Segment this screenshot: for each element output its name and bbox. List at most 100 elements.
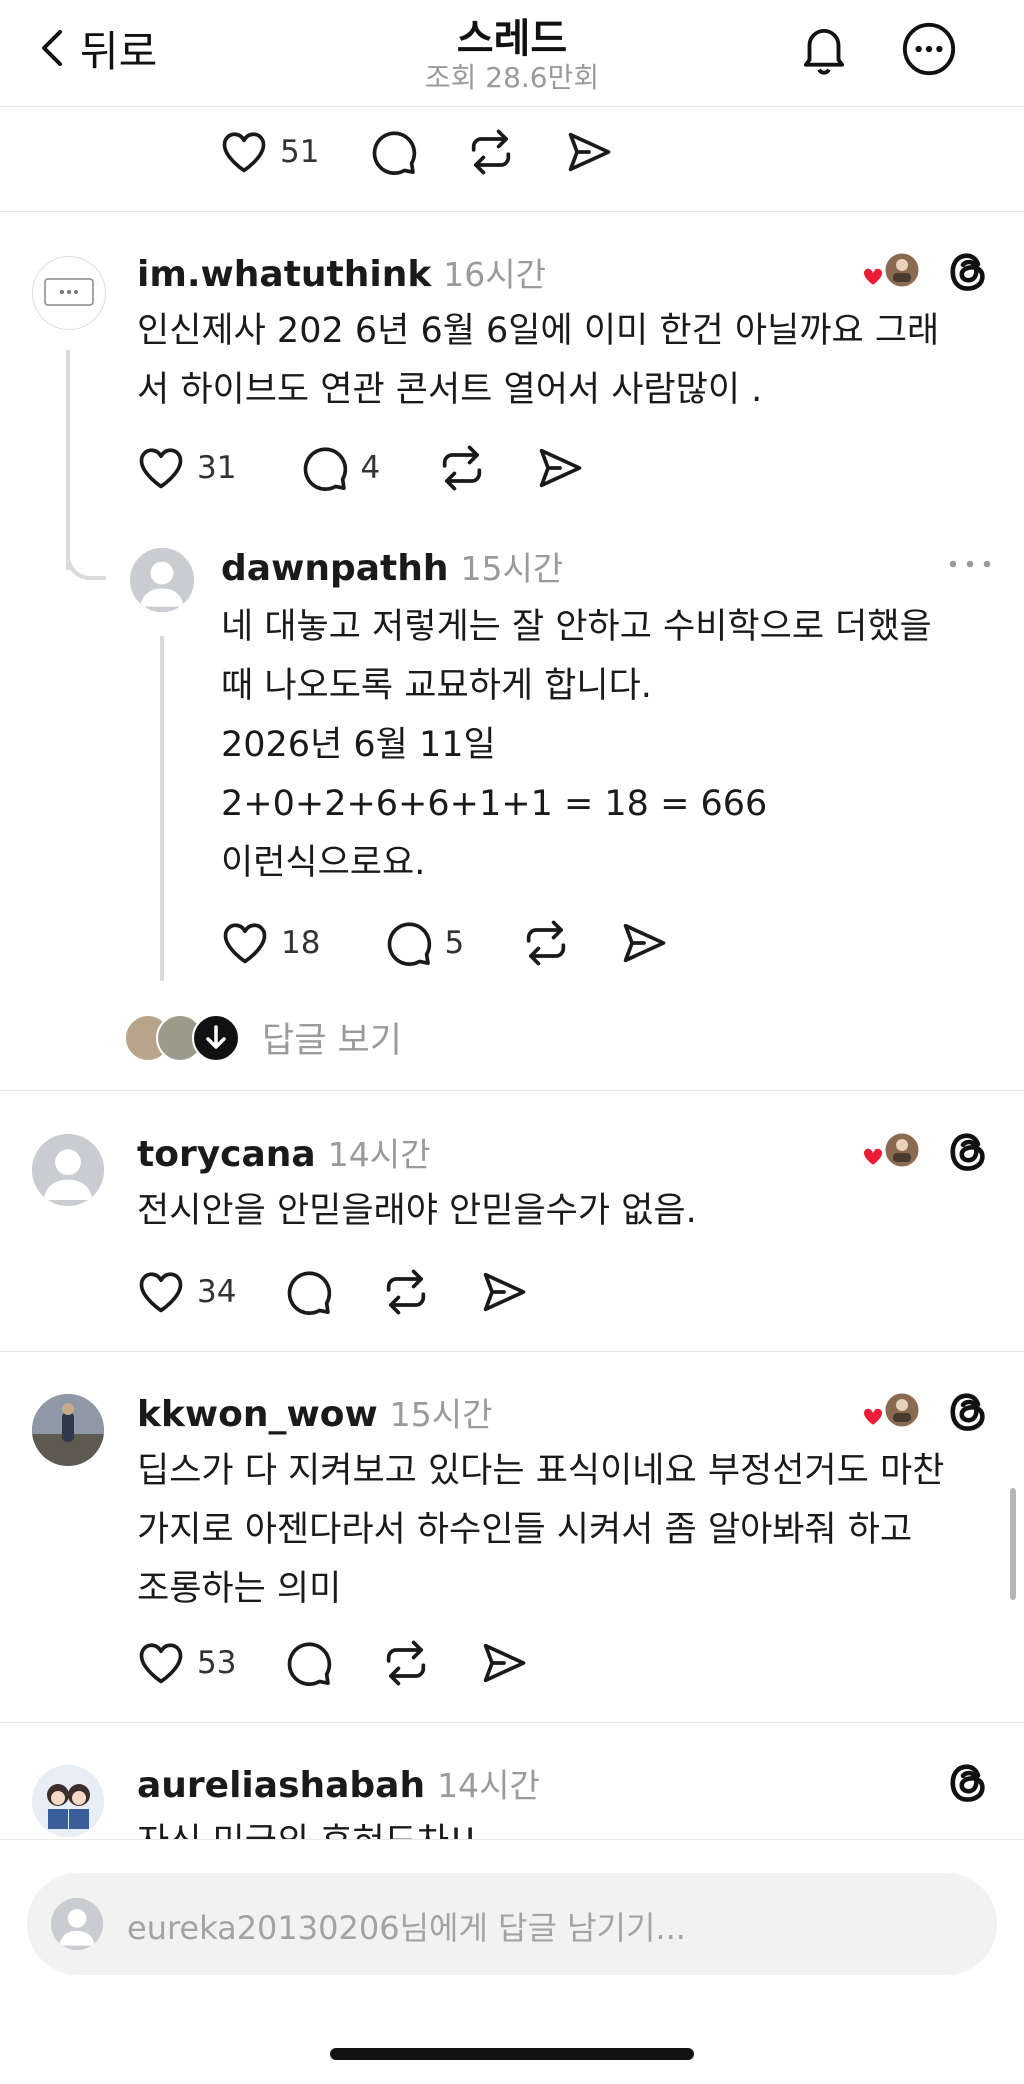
default-avatar-icon — [130, 548, 194, 612]
comment-button[interactable] — [282, 1637, 334, 1689]
timestamp: 15시간 — [389, 1395, 493, 1434]
like-count: 34 — [197, 1274, 237, 1310]
avatar[interactable] — [32, 1394, 104, 1466]
username[interactable]: dawnpathh — [221, 548, 448, 589]
share-icon — [534, 442, 586, 494]
text-line: 자신 미국의 후혀도차!! — [137, 1813, 477, 1839]
text-line: 이런식으로요. — [221, 843, 426, 883]
avatar — [51, 1898, 103, 1950]
down-arrow-icon — [192, 1014, 240, 1062]
author-liked-badge — [862, 1388, 924, 1434]
username[interactable]: torycana — [137, 1134, 316, 1175]
avatar-image — [32, 1394, 104, 1466]
text-line: 인신제사 202 6년 6월 6일에 이미 한건 아닐까요 그래 — [137, 311, 940, 351]
repost-button[interactable] — [520, 917, 572, 969]
like-button[interactable]: 53 — [135, 1637, 236, 1689]
threads-icon[interactable] — [944, 1128, 992, 1176]
threads-icon[interactable] — [944, 1759, 992, 1807]
threads-icon[interactable] — [944, 1388, 992, 1436]
reply-header: torycana 14시간 — [137, 1128, 430, 1176]
text-line: 서 하이브도 연관 콘서트 열어서 사람많이 . — [137, 370, 763, 410]
avatar-image — [32, 1765, 104, 1837]
divider — [0, 1351, 1024, 1352]
reply-header: im.whatuthink 16시간 — [137, 248, 546, 296]
share-button[interactable] — [478, 1637, 530, 1689]
reply-input-placeholder[interactable]: eureka20130206님에게 답글 남기기... — [127, 1903, 686, 1949]
share-button[interactable] — [618, 917, 670, 969]
reply-header: kkwon_wow 15시간 — [137, 1388, 492, 1436]
text-line: 조롱하는 의미 — [137, 1569, 342, 1609]
comment-icon — [298, 442, 350, 494]
avatar[interactable] — [130, 548, 194, 612]
repost-button[interactable] — [436, 442, 488, 494]
reply-text: 딥스가 다 지켜보고 있다는 표식이네요 부정선거도 마찬 가지로 아젠다라서 … — [137, 1442, 944, 1619]
comment-button[interactable] — [367, 126, 419, 178]
comment-button[interactable]: 5 — [382, 917, 464, 969]
repost-icon — [380, 1637, 432, 1689]
avatar[interactable] — [32, 1765, 104, 1837]
like-button[interactable]: 31 — [135, 442, 236, 494]
like-button[interactable]: 34 — [135, 1266, 236, 1318]
divider — [0, 211, 1024, 212]
text-line: 2+0+2+6+6+1+1 = 18 = 666 — [221, 784, 768, 824]
more-options-icon[interactable] — [900, 20, 958, 78]
view-count: 조회 28.6만회 — [424, 61, 600, 94]
divider — [0, 1090, 1024, 1091]
reply-header: dawnpathh 15시간 — [221, 542, 563, 590]
comment-icon — [367, 126, 419, 178]
reply-text: 전시안을 안믿을래야 안믿을수가 없음. — [137, 1182, 697, 1241]
top-post-actions: 51 — [218, 124, 651, 180]
comment-count: 5 — [444, 925, 465, 961]
comment-button[interactable]: 4 — [298, 442, 380, 494]
repost-button[interactable] — [465, 126, 517, 178]
username[interactable]: aureliashabah — [137, 1765, 425, 1806]
like-count: 53 — [197, 1645, 237, 1681]
like-count: 51 — [280, 134, 320, 170]
like-button[interactable]: 18 — [219, 917, 320, 969]
default-avatar-icon — [32, 1134, 104, 1206]
heart-icon — [219, 917, 271, 969]
timestamp: 14시간 — [437, 1766, 540, 1805]
comment-icon — [382, 917, 434, 969]
timestamp: 15시간 — [460, 549, 564, 588]
reply-actions: 18 5 — [219, 915, 706, 971]
reply-header: aureliashabah 14시간 — [137, 1759, 540, 1807]
comment-icon — [282, 1266, 334, 1318]
repost-button[interactable] — [380, 1266, 432, 1318]
like-button[interactable]: 51 — [218, 126, 319, 178]
like-count: 31 — [197, 450, 237, 486]
username[interactable]: im.whatuthink — [137, 254, 431, 295]
timestamp: 14시간 — [327, 1135, 431, 1174]
comment-icon — [282, 1637, 334, 1689]
text-line: 때 나오도록 교묘하게 합니다. — [221, 666, 652, 706]
repost-icon — [436, 442, 488, 494]
author-liked-badge — [862, 248, 924, 294]
thread-connector-curve — [66, 540, 106, 580]
share-icon — [478, 1266, 530, 1318]
reply-composer[interactable]: eureka20130206님에게 답글 남기기... — [27, 1873, 997, 1975]
heart-icon — [218, 126, 270, 178]
scrollbar[interactable] — [1010, 1488, 1016, 1600]
share-button[interactable] — [563, 126, 615, 178]
more-options-icon[interactable] — [945, 552, 995, 576]
reply-actions: 34 — [135, 1264, 566, 1320]
repost-icon — [380, 1266, 432, 1318]
avatar[interactable] — [32, 1134, 104, 1206]
bell-icon[interactable] — [795, 20, 853, 78]
view-replies-avatars[interactable] — [124, 1014, 240, 1062]
author-liked-badge — [862, 1128, 924, 1174]
reply-actions: 53 — [135, 1635, 566, 1691]
share-icon — [618, 917, 670, 969]
timestamp: 16시간 — [443, 255, 547, 294]
like-count: 18 — [281, 925, 321, 961]
threads-icon[interactable] — [944, 248, 992, 296]
reply-actions: 31 4 — [135, 440, 622, 496]
comment-button[interactable] — [282, 1266, 334, 1318]
repost-button[interactable] — [380, 1637, 432, 1689]
view-replies-link[interactable]: 답글 보기 — [262, 1012, 402, 1063]
share-button[interactable] — [534, 442, 586, 494]
avatar[interactable] — [32, 256, 106, 330]
text-line: 가지로 아젠다라서 하수인들 시켜서 좀 알아봐줘 하고 — [137, 1510, 913, 1550]
share-button[interactable] — [478, 1266, 530, 1318]
username[interactable]: kkwon_wow — [137, 1394, 378, 1435]
